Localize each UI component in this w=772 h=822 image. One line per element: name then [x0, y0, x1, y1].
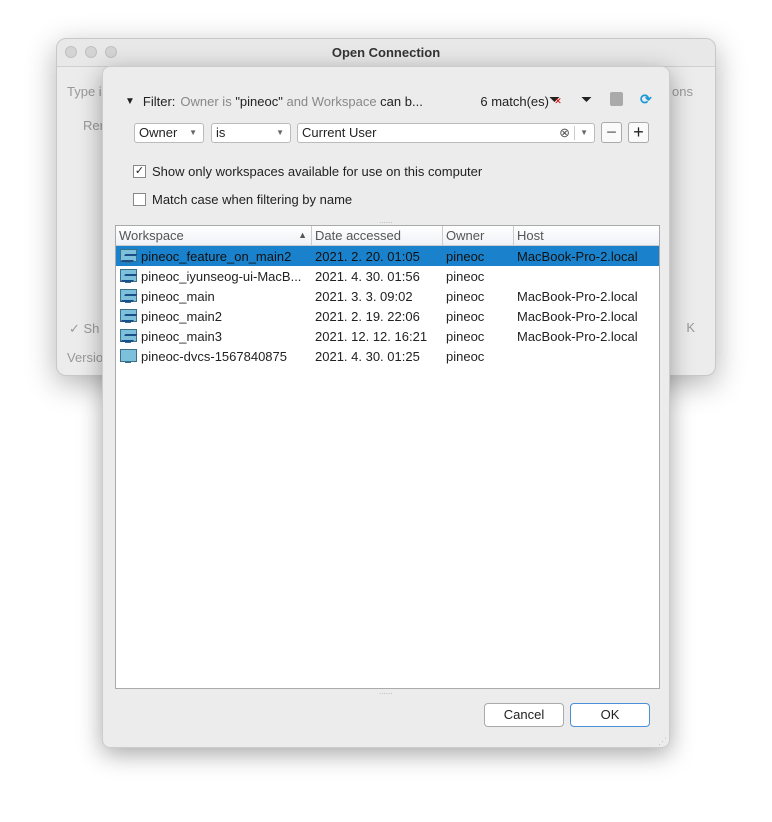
remove-condition-button[interactable]: − — [601, 122, 622, 143]
ok-button[interactable]: OK — [570, 703, 650, 727]
filter-summary: ▼ Filter: Owner is "pineoc" and Workspac… — [125, 93, 649, 109]
owner: pineoc — [446, 288, 485, 304]
workspace-name: pineoc_main3 — [141, 328, 222, 344]
date-accessed: 2021. 2. 19. 22:06 — [315, 308, 420, 324]
filter-label: Filter: — [142, 93, 176, 109]
match-case-checkbox[interactable]: Match case when filtering by name — [133, 192, 352, 207]
disclosure-triangle-icon[interactable]: ▼ — [125, 96, 135, 107]
date-accessed: 2021. 2. 20. 01:05 — [315, 248, 420, 264]
match-count: 6 match(es) — [480, 93, 549, 109]
table-row[interactable]: pineoc-dvcs-1567840875 2021. 4. 30. 01:2… — [116, 346, 659, 366]
date-accessed: 2021. 4. 30. 01:56 — [315, 268, 420, 284]
date-accessed: 2021. 12. 12. 16:21 — [315, 328, 428, 344]
clear-filter-icon[interactable]: ⏷✕ — [549, 91, 562, 108]
chevron-down-icon: ▼ — [580, 128, 588, 137]
show-available-checkbox[interactable]: ✓ Show only workspaces available for use … — [133, 164, 482, 179]
host: MacBook-Pro-2.local — [517, 248, 638, 264]
owner: pineoc — [446, 308, 485, 324]
version-label: Versio — [67, 350, 104, 365]
window-title: Open Connection — [57, 39, 715, 67]
column-header-owner[interactable]: Owner — [443, 226, 514, 245]
summary-text: Owner is — [180, 93, 236, 109]
table-row[interactable]: pineoc_main 2021. 3. 3. 09:02 pineoc Mac… — [116, 286, 659, 306]
owner: pineoc — [446, 328, 485, 344]
table-row[interactable]: pineoc_main2 2021. 2. 19. 22:06 pineoc M… — [116, 306, 659, 326]
host: MacBook-Pro-2.local — [517, 308, 638, 324]
chevron-down-icon: ▼ — [276, 128, 284, 137]
workspace-sync-icon — [119, 268, 138, 284]
zoom-button[interactable] — [105, 46, 117, 58]
table-row[interactable]: pineoc_iyunseog-ui-MacB... 2021. 4. 30. … — [116, 266, 659, 286]
workspace-sync-icon — [119, 308, 138, 324]
summary-text: can b... — [380, 93, 423, 109]
filter-menu-icon[interactable]: ⏷ — [581, 91, 592, 108]
workspace-name: pineoc_main — [141, 288, 215, 304]
workspace-sync-icon — [119, 328, 138, 344]
owner: pineoc — [446, 248, 485, 264]
workspace-sync-icon — [119, 288, 138, 304]
chevron-down-icon: ▼ — [189, 128, 197, 137]
bg-ok-button[interactable]: K — [686, 320, 695, 335]
owner: pineoc — [446, 268, 485, 284]
workspace-table: Workspace ▲ Date accessed Owner Host pine… — [115, 225, 660, 689]
host: MacBook-Pro-2.local — [517, 328, 638, 344]
trash-icon[interactable] — [610, 92, 623, 106]
date-accessed: 2021. 3. 3. 09:02 — [315, 288, 413, 304]
cancel-button[interactable]: Cancel — [484, 703, 564, 727]
column-header-host[interactable]: Host — [514, 226, 659, 245]
host: MacBook-Pro-2.local — [517, 288, 638, 304]
sort-ascending-icon: ▲ — [298, 230, 307, 240]
workspace-name: pineoc_main2 — [141, 308, 222, 324]
field-select[interactable]: Owner ▼ — [134, 123, 204, 143]
splitter-handle[interactable]: ...... — [379, 687, 392, 696]
value-combobox[interactable]: Current User ⊗ ▼ — [297, 123, 595, 143]
workspace-icon — [119, 348, 137, 364]
workspace-name: pineoc_iyunseog-ui-MacB... — [141, 268, 302, 284]
show-checkbox[interactable]: ✓ Sh — [69, 321, 99, 337]
summary-value: "pineoc" — [235, 93, 283, 109]
summary-text: and Workspace — [282, 93, 381, 109]
workspace-filter-sheet: ▼ Filter: Owner is "pineoc" and Workspac… — [102, 66, 670, 748]
close-button[interactable] — [65, 46, 77, 58]
clear-icon[interactable]: ⊗ — [559, 124, 570, 142]
refresh-icon[interactable]: ⟳ — [640, 91, 652, 108]
options-dropdown[interactable]: ons — [672, 84, 693, 99]
workspace-name: pineoc_feature_on_main2 — [141, 248, 292, 264]
table-row[interactable]: pineoc_feature_on_main2 2021. 2. 20. 01:… — [116, 246, 659, 266]
table-row[interactable]: pineoc_main3 2021. 12. 12. 16:21 pineoc … — [116, 326, 659, 346]
splitter-handle[interactable]: ...... — [379, 216, 392, 225]
workspace-sync-icon — [119, 248, 138, 264]
column-header-workspace[interactable]: Workspace ▲ — [116, 226, 312, 245]
operator-select[interactable]: is ▼ — [211, 123, 291, 143]
owner: pineoc — [446, 348, 485, 364]
add-condition-button[interactable]: + — [628, 122, 649, 143]
type-label: Type i — [67, 84, 102, 99]
workspace-name: pineoc-dvcs-1567840875 — [141, 348, 287, 364]
date-accessed: 2021. 4. 30. 01:25 — [315, 348, 420, 364]
column-header-date[interactable]: Date accessed — [312, 226, 443, 245]
resize-grip-icon[interactable]: ⋰ — [658, 736, 667, 747]
minimize-button[interactable] — [85, 46, 97, 58]
